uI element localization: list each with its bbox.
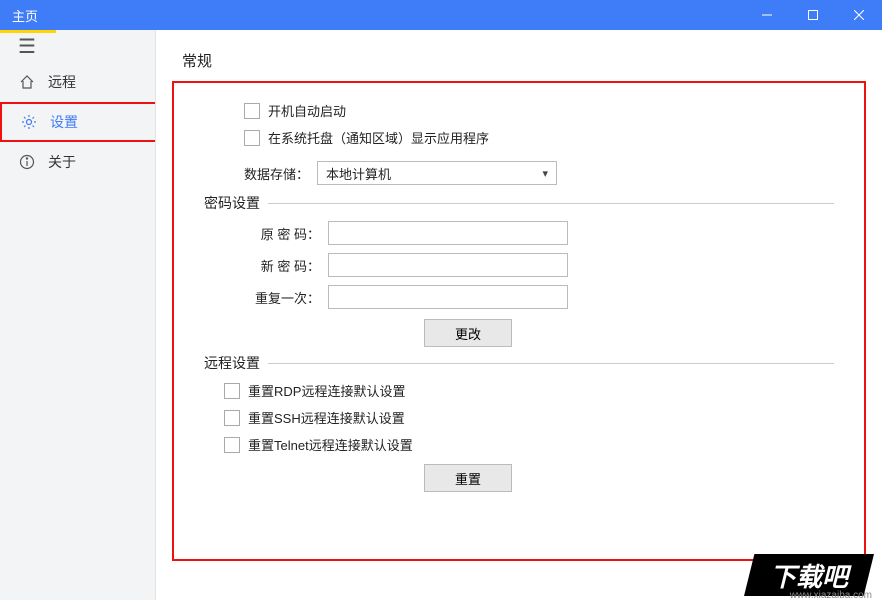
storage-select[interactable]: 本地计算机 ▾ bbox=[317, 161, 557, 185]
window-title: 主页 bbox=[12, 6, 38, 25]
tray-checkbox[interactable] bbox=[244, 130, 260, 146]
menu-toggle[interactable]: ☰ bbox=[0, 30, 155, 62]
chevron-down-icon: ▾ bbox=[542, 167, 548, 180]
sidebar-item-label: 关于 bbox=[48, 152, 76, 172]
storage-value: 本地计算机 bbox=[326, 164, 391, 183]
sidebar: ☰ 远程 设置 关于 bbox=[0, 30, 156, 600]
autostart-row: 开机自动启动 bbox=[244, 101, 834, 120]
maximize-button[interactable] bbox=[790, 0, 836, 30]
new-password-input[interactable] bbox=[328, 253, 568, 277]
sidebar-item-label: 设置 bbox=[50, 112, 78, 132]
storage-label: 数据存储： bbox=[244, 164, 309, 183]
sidebar-item-label: 远程 bbox=[48, 72, 76, 92]
section-password: 密码设置 bbox=[204, 193, 834, 213]
repeat-password-row: 重复一次： bbox=[244, 285, 834, 309]
sidebar-item-remote[interactable]: 远程 bbox=[0, 62, 155, 102]
old-password-input[interactable] bbox=[328, 221, 568, 245]
minimize-button[interactable] bbox=[744, 0, 790, 30]
sidebar-item-about[interactable]: 关于 bbox=[0, 142, 155, 182]
titlebar: 主页 bbox=[0, 0, 882, 30]
gear-icon bbox=[20, 114, 38, 130]
reset-rdp-label: 重置RDP远程连接默认设置 bbox=[248, 381, 405, 400]
reset-telnet-label: 重置Telnet远程连接默认设置 bbox=[248, 435, 413, 454]
repeat-password-label: 重复一次： bbox=[244, 288, 320, 307]
info-icon bbox=[18, 154, 36, 170]
main-panel: 常规 开机自动启动 在系统托盘（通知区域）显示应用程序 数据存储： 本地计算机 … bbox=[156, 30, 882, 600]
sidebar-item-settings[interactable]: 设置 bbox=[0, 102, 155, 142]
home-icon bbox=[18, 74, 36, 90]
section-remote: 远程设置 bbox=[204, 353, 834, 373]
tray-label: 在系统托盘（通知区域）显示应用程序 bbox=[268, 128, 489, 147]
repeat-password-input[interactable] bbox=[328, 285, 568, 309]
autostart-label: 开机自动启动 bbox=[268, 101, 346, 120]
close-button[interactable] bbox=[836, 0, 882, 30]
reset-telnet-row: 重置Telnet远程连接默认设置 bbox=[224, 435, 834, 454]
page-heading: 常规 bbox=[182, 50, 866, 71]
reset-rdp-row: 重置RDP远程连接默认设置 bbox=[224, 381, 834, 400]
storage-row: 数据存储： 本地计算机 ▾ bbox=[244, 161, 834, 185]
new-password-row: 新 密 码： bbox=[244, 253, 834, 277]
reset-ssh-checkbox[interactable] bbox=[224, 410, 240, 426]
reset-ssh-label: 重置SSH远程连接默认设置 bbox=[248, 408, 405, 427]
reset-ssh-row: 重置SSH远程连接默认设置 bbox=[224, 408, 834, 427]
autostart-checkbox[interactable] bbox=[244, 103, 260, 119]
old-password-row: 原 密 码： bbox=[244, 221, 834, 245]
old-password-label: 原 密 码： bbox=[244, 224, 320, 243]
watermark-url: www.xiazaiba.com bbox=[790, 590, 872, 601]
settings-highlight-box: 开机自动启动 在系统托盘（通知区域）显示应用程序 数据存储： 本地计算机 ▾ 密… bbox=[172, 81, 866, 561]
reset-rdp-checkbox[interactable] bbox=[224, 383, 240, 399]
reset-button[interactable]: 重置 bbox=[424, 464, 512, 492]
change-password-button[interactable]: 更改 bbox=[424, 319, 512, 347]
tab-indicator bbox=[0, 30, 56, 33]
tray-row: 在系统托盘（通知区域）显示应用程序 bbox=[244, 128, 834, 147]
new-password-label: 新 密 码： bbox=[244, 256, 320, 275]
reset-telnet-checkbox[interactable] bbox=[224, 437, 240, 453]
